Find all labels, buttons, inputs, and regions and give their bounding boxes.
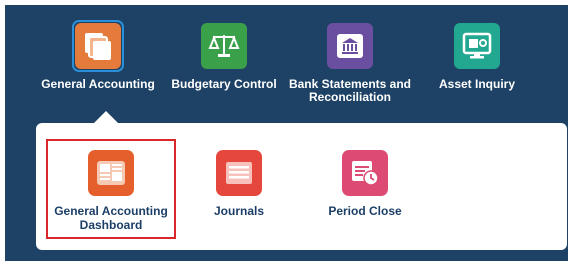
asset-screen-icon [454,23,500,69]
sub-nav-journals[interactable]: Journals [176,150,302,218]
sub-nav-label: Period Close [328,204,402,218]
sub-nav-label: General Accounting Dashboard [54,204,168,232]
bank-icon [327,23,373,69]
nav-label: Bank Statements and Reconciliation [288,77,412,104]
calendar-clock-icon [342,150,388,196]
nav-label: Asset Inquiry [438,77,516,91]
stacked-pages-icon [72,20,124,72]
dashboard-icon [88,150,134,196]
journal-list-icon [216,150,262,196]
nav-bank-statements[interactable]: Bank Statements and Reconciliation [285,23,415,104]
sub-nav-general-accounting-dashboard[interactable]: General Accounting Dashboard [48,150,174,232]
sub-nav-period-close[interactable]: Period Close [302,150,428,218]
balance-scale-icon [201,23,247,69]
nav-budgetary-control[interactable]: Budgetary Control [159,23,289,91]
nav-label: General Accounting [41,77,155,91]
navigator-background: General Accounting Budgetary Control Ban… [5,5,568,261]
sub-nav-label: Journals [213,204,264,218]
nav-general-accounting[interactable]: General Accounting [33,20,163,91]
nav-asset-inquiry[interactable]: Asset Inquiry [412,23,542,91]
sub-menu-panel: General Accounting Dashboard Journals Pe… [36,123,567,250]
nav-label: Budgetary Control [171,77,277,91]
selected-ring [72,20,124,72]
